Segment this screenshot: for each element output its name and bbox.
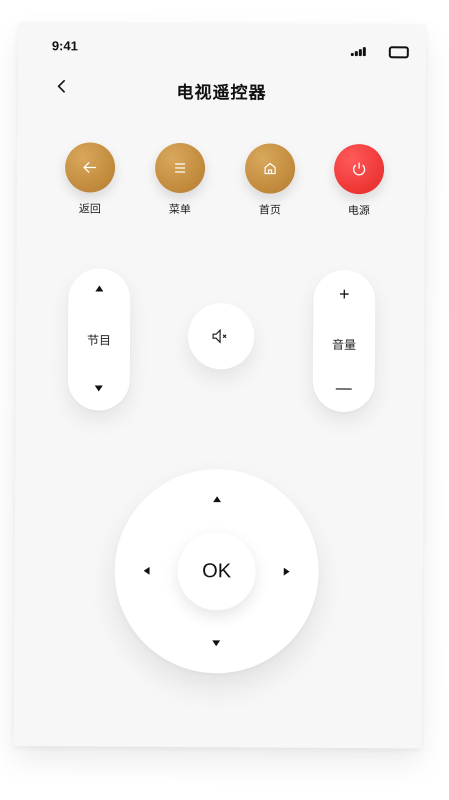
volume-label: 音量 [331, 337, 357, 353]
home-button[interactable] [244, 143, 296, 194]
triangle-up-icon [95, 285, 104, 292]
channel-down-button[interactable] [68, 384, 130, 392]
power-button[interactable] [333, 143, 385, 195]
home-label: 首页 [258, 204, 281, 217]
channel-up-button[interactable] [68, 284, 130, 292]
triangle-right-icon [283, 567, 290, 576]
triangle-up-icon [213, 496, 222, 503]
return-label: 返回 [78, 203, 101, 216]
status-time: 9:41 [51, 38, 78, 54]
power-icon [353, 162, 366, 176]
channel-control: 节目 [67, 268, 131, 411]
dpad-up-button[interactable] [205, 487, 229, 511]
battery-icon [388, 46, 409, 59]
dpad-right-button[interactable] [275, 560, 299, 584]
volume-up-button[interactable]: + [313, 284, 375, 305]
menu-label: 菜单 [168, 203, 191, 217]
volume-control: + 音量 — [312, 269, 376, 413]
triangle-left-icon [143, 566, 150, 575]
mute-button[interactable] [187, 303, 255, 370]
power-label: 电源 [347, 205, 370, 218]
menu-icon [175, 163, 186, 173]
ok-button[interactable]: OK [177, 531, 256, 611]
return-button[interactable] [64, 142, 116, 193]
volume-down-button[interactable]: — [313, 380, 375, 398]
home-icon [264, 162, 276, 175]
remote-screen: 9:41 电视遥控器 返回 菜单 首页 电源 节目 + 音量 — OK [13, 22, 426, 749]
dpad-down-button[interactable] [204, 631, 228, 655]
signal-icon [350, 46, 367, 57]
arrow-left-icon [83, 161, 97, 173]
triangle-down-icon [94, 385, 103, 392]
triangle-down-icon [212, 640, 221, 647]
channel-label: 节目 [86, 333, 112, 348]
page-title: 电视遥控器 [176, 82, 267, 103]
menu-button[interactable] [154, 142, 206, 194]
direction-pad: OK [114, 468, 320, 674]
dpad-left-button[interactable] [135, 559, 159, 583]
mute-icon [212, 328, 227, 344]
